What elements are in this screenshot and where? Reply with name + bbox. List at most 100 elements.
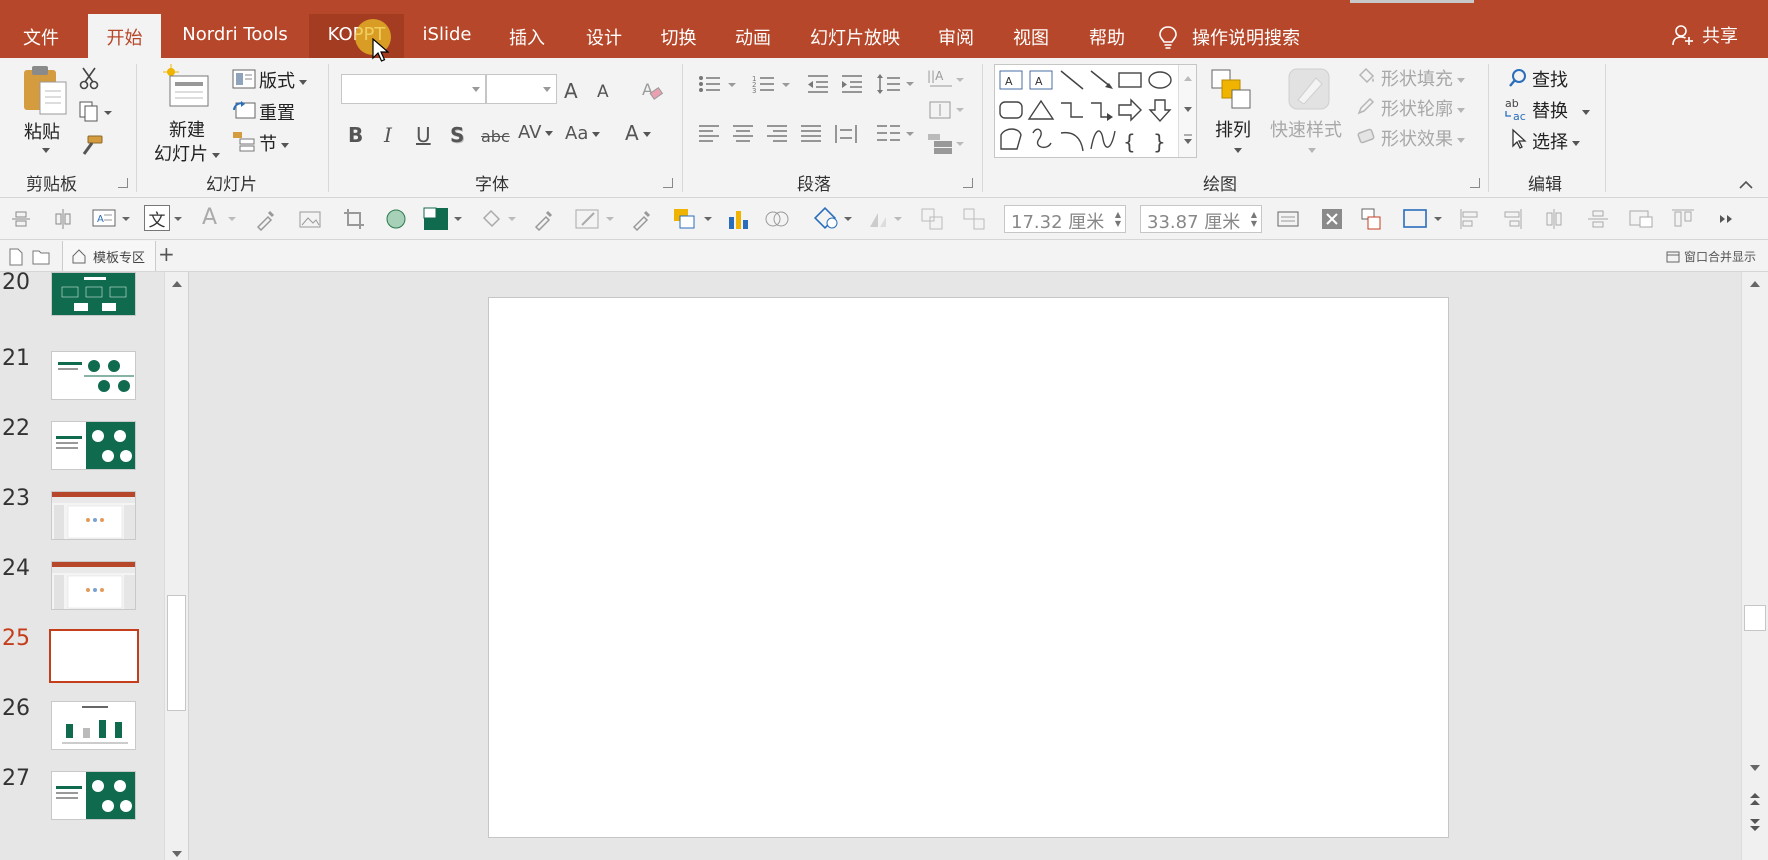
tab-templates[interactable]: 模板专区 bbox=[62, 241, 157, 271]
paragraph-launcher-icon[interactable] bbox=[963, 178, 973, 188]
align-middle-icon[interactable] bbox=[52, 207, 74, 231]
slide-thumbnail[interactable] bbox=[51, 421, 136, 470]
distribute-icon[interactable] bbox=[1586, 207, 1610, 231]
align-text-icon[interactable] bbox=[926, 98, 966, 122]
tab-file[interactable]: 文件 bbox=[0, 14, 82, 58]
bold-button[interactable]: B bbox=[348, 123, 363, 147]
close-icon[interactable] bbox=[1320, 207, 1344, 231]
shape-width-field[interactable]: 33.87 厘米 ▲ ▼ bbox=[1140, 205, 1262, 233]
frame-icon[interactable] bbox=[1402, 207, 1446, 231]
tab-nordri-tools[interactable]: Nordri Tools bbox=[168, 14, 302, 58]
justify-icon[interactable] bbox=[800, 124, 822, 144]
new-slide-label-1[interactable]: 新建 bbox=[169, 116, 205, 142]
arrange-label[interactable]: 排列 bbox=[1215, 116, 1251, 142]
layout-button[interactable]: 版式 bbox=[259, 67, 307, 93]
layout-icon[interactable] bbox=[232, 69, 256, 89]
tab-help[interactable]: 帮助 bbox=[1073, 14, 1141, 58]
align-right-objects-icon[interactable] bbox=[1500, 207, 1524, 231]
chevron-down-icon[interactable] bbox=[1582, 109, 1590, 115]
gallery-up-icon[interactable] bbox=[1184, 76, 1192, 81]
tab-insert[interactable]: 插入 bbox=[492, 14, 562, 58]
scribble-shape-icon[interactable] bbox=[1032, 128, 1052, 149]
collapse-ribbon-icon[interactable] bbox=[1738, 178, 1754, 190]
tab-home[interactable]: 开始 bbox=[88, 14, 161, 58]
right-arrow-shape-icon[interactable] bbox=[1118, 98, 1142, 122]
tab-islide[interactable]: iSlide bbox=[410, 14, 484, 58]
find-button[interactable]: 查找 bbox=[1532, 66, 1568, 92]
previous-slide-icon[interactable] bbox=[1749, 792, 1761, 806]
quick-styles-icon[interactable] bbox=[1286, 66, 1332, 112]
align-left-objects-icon[interactable] bbox=[1458, 207, 1482, 231]
clear-formatting-icon[interactable]: A bbox=[640, 78, 664, 102]
slide-thumbnail[interactable] bbox=[51, 561, 136, 610]
search-icon[interactable] bbox=[1508, 68, 1528, 88]
smartart-icon[interactable] bbox=[926, 132, 966, 156]
shape-height-field[interactable]: 17.32 厘米 ▲ ▼ bbox=[1004, 205, 1126, 233]
new-document-icon[interactable] bbox=[8, 248, 24, 266]
add-tab-button[interactable]: + bbox=[158, 242, 175, 266]
merge-shapes-icon[interactable] bbox=[764, 207, 790, 231]
font-size-combo[interactable] bbox=[486, 74, 557, 104]
line-spacing-icon[interactable] bbox=[876, 72, 916, 96]
quick-styles-dropdown[interactable] bbox=[1308, 148, 1316, 153]
tab-slideshow[interactable]: 幻灯片放映 bbox=[797, 14, 913, 58]
select-button[interactable]: 选择 bbox=[1532, 128, 1580, 154]
shadow-button[interactable]: S bbox=[450, 123, 464, 147]
replace-button[interactable]: 替换 bbox=[1532, 97, 1590, 123]
eyedropper-icon[interactable] bbox=[254, 207, 278, 231]
align-top-icon[interactable] bbox=[10, 207, 32, 231]
shape-gallery-scroll[interactable] bbox=[1178, 65, 1196, 157]
align-left-icon[interactable] bbox=[698, 124, 720, 144]
reset-button[interactable]: 重置 bbox=[259, 99, 295, 125]
align-top-objects-icon[interactable] bbox=[1670, 207, 1696, 231]
right-brace-shape-icon[interactable]: } bbox=[1153, 130, 1166, 154]
tell-me-search[interactable]: 操作说明搜索 bbox=[1158, 22, 1300, 52]
rotate-icon[interactable] bbox=[866, 207, 904, 231]
gallery-more-icon[interactable] bbox=[1184, 139, 1192, 144]
elbow-connector-icon[interactable] bbox=[1061, 102, 1083, 118]
chevron-down-icon[interactable] bbox=[472, 87, 480, 92]
slide-thumbnail[interactable] bbox=[51, 272, 136, 316]
copy-icon[interactable] bbox=[78, 100, 112, 122]
text-direction-icon[interactable]: ||A bbox=[926, 66, 966, 94]
scroll-down-icon[interactable] bbox=[1749, 764, 1761, 772]
slide-thumbnail[interactable] bbox=[51, 771, 136, 820]
paint-bucket-icon[interactable] bbox=[1356, 66, 1376, 86]
character-spacing-button[interactable]: AV bbox=[518, 122, 554, 143]
tab-design[interactable]: 设计 bbox=[570, 14, 638, 58]
eyedropper-icon[interactable] bbox=[630, 207, 654, 231]
shape-edit-icon[interactable] bbox=[812, 207, 856, 231]
tab-view[interactable]: 视图 bbox=[997, 14, 1065, 58]
left-brace-shape-icon[interactable]: { bbox=[1123, 130, 1136, 154]
format-painter-icon[interactable] bbox=[78, 134, 104, 158]
ungroup-objects-icon[interactable] bbox=[962, 207, 986, 231]
width-spinner-icon[interactable]: ▲ ▼ bbox=[1251, 210, 1257, 228]
main-scrollbar[interactable] bbox=[1741, 272, 1768, 860]
scroll-up-icon[interactable] bbox=[171, 280, 183, 288]
arc-shape-icon[interactable] bbox=[1060, 131, 1084, 152]
paste-icon[interactable] bbox=[20, 64, 70, 118]
align-center-icon[interactable] bbox=[732, 124, 754, 144]
shape-fill-button[interactable]: 形状填充 bbox=[1381, 65, 1465, 91]
next-slide-icon[interactable] bbox=[1749, 818, 1761, 832]
slide-thumbnail[interactable] bbox=[51, 701, 136, 750]
pen-outline-icon[interactable] bbox=[1356, 96, 1376, 116]
bullets-icon[interactable] bbox=[698, 74, 738, 94]
distributed-icon[interactable] bbox=[834, 124, 858, 144]
bring-forward-icon[interactable] bbox=[672, 207, 714, 231]
size-dialog-icon[interactable] bbox=[1276, 207, 1300, 231]
chevron-down-icon[interactable] bbox=[543, 87, 551, 92]
rounded-rectangle-shape-icon[interactable] bbox=[999, 101, 1023, 119]
chevron-down-icon[interactable] bbox=[226, 207, 238, 231]
new-slide-icon[interactable] bbox=[162, 64, 210, 110]
oval-shape-icon[interactable] bbox=[1148, 71, 1172, 89]
chevron-down-icon[interactable] bbox=[545, 130, 554, 136]
chevron-down-icon[interactable] bbox=[1572, 140, 1580, 146]
slide-thumbnail[interactable] bbox=[49, 629, 139, 683]
height-spinner-icon[interactable]: ▲ ▼ bbox=[1115, 210, 1121, 228]
merge-windows-button[interactable]: 窗口合并显示 bbox=[1666, 248, 1756, 265]
thumbnail-scrollbar[interactable] bbox=[164, 272, 188, 860]
line-shape-icon[interactable] bbox=[1060, 70, 1084, 90]
shape-outline-button[interactable]: 形状轮廓 bbox=[1381, 95, 1465, 121]
down-arrow-shape-icon[interactable] bbox=[1148, 99, 1172, 123]
